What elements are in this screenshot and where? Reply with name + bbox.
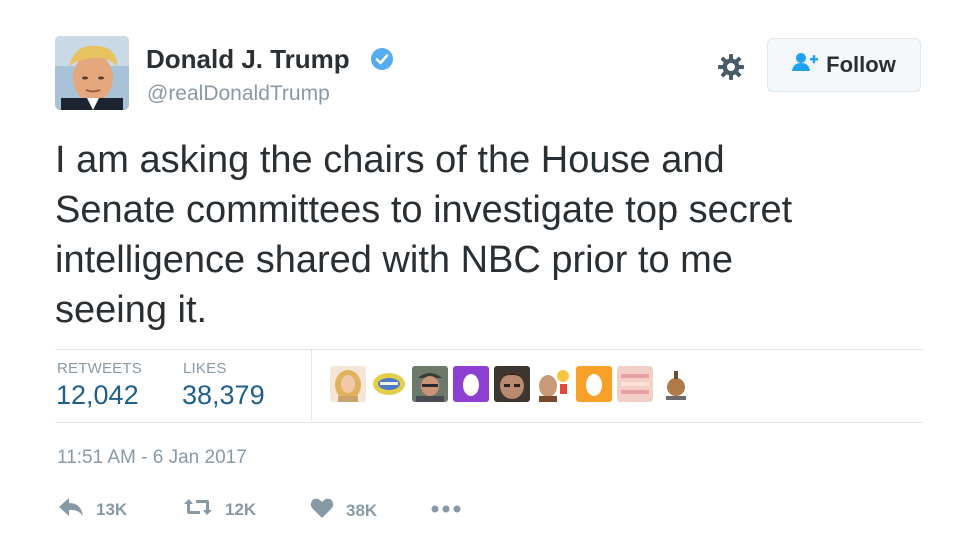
liker-avatar[interactable] bbox=[412, 366, 448, 402]
reply-icon bbox=[58, 497, 84, 522]
more-options-icon[interactable] bbox=[430, 501, 462, 519]
liker-avatar-row bbox=[330, 366, 694, 402]
gear-icon[interactable] bbox=[716, 52, 746, 82]
like-button[interactable]: 38K bbox=[310, 497, 377, 524]
stats-separator bbox=[311, 350, 312, 420]
profile-avatar[interactable] bbox=[55, 36, 129, 110]
reply-button[interactable]: 13K bbox=[58, 497, 127, 522]
likes-count[interactable]: 38,379 bbox=[182, 380, 265, 411]
add-user-icon bbox=[792, 52, 819, 78]
reply-count: 13K bbox=[96, 499, 128, 519]
liker-avatar[interactable] bbox=[330, 366, 366, 402]
heart-icon bbox=[310, 497, 334, 524]
liker-avatar[interactable] bbox=[371, 366, 407, 402]
retweet-count: 12K bbox=[225, 499, 257, 519]
retweets-label[interactable]: RETWEETS bbox=[57, 360, 142, 377]
liker-avatar[interactable] bbox=[658, 366, 694, 402]
follow-label: Follow bbox=[826, 52, 896, 77]
liker-avatar[interactable] bbox=[617, 366, 653, 402]
retweet-icon bbox=[183, 497, 213, 522]
like-count: 38K bbox=[346, 500, 378, 520]
tweet-text: I am asking the chairs of the House and … bbox=[55, 139, 793, 331]
retweets-count[interactable]: 12,042 bbox=[56, 380, 139, 411]
likes-label[interactable]: LIKES bbox=[183, 360, 227, 377]
follow-button[interactable]: Follow bbox=[767, 38, 921, 92]
divider-top bbox=[55, 349, 923, 350]
liker-avatar[interactable] bbox=[453, 366, 489, 402]
liker-avatar[interactable] bbox=[494, 366, 530, 402]
liker-avatar[interactable] bbox=[576, 366, 612, 402]
retweet-button[interactable]: 12K bbox=[183, 497, 256, 522]
liker-avatar[interactable] bbox=[535, 366, 571, 402]
divider-bottom bbox=[55, 422, 923, 423]
user-handle[interactable]: @realDonaldTrump bbox=[147, 82, 330, 106]
tweet-timestamp[interactable]: 11:51 AM - 6 Jan 2017 bbox=[57, 447, 247, 469]
display-name[interactable]: Donald J. Trump bbox=[146, 44, 350, 75]
verified-badge-icon bbox=[370, 47, 394, 71]
